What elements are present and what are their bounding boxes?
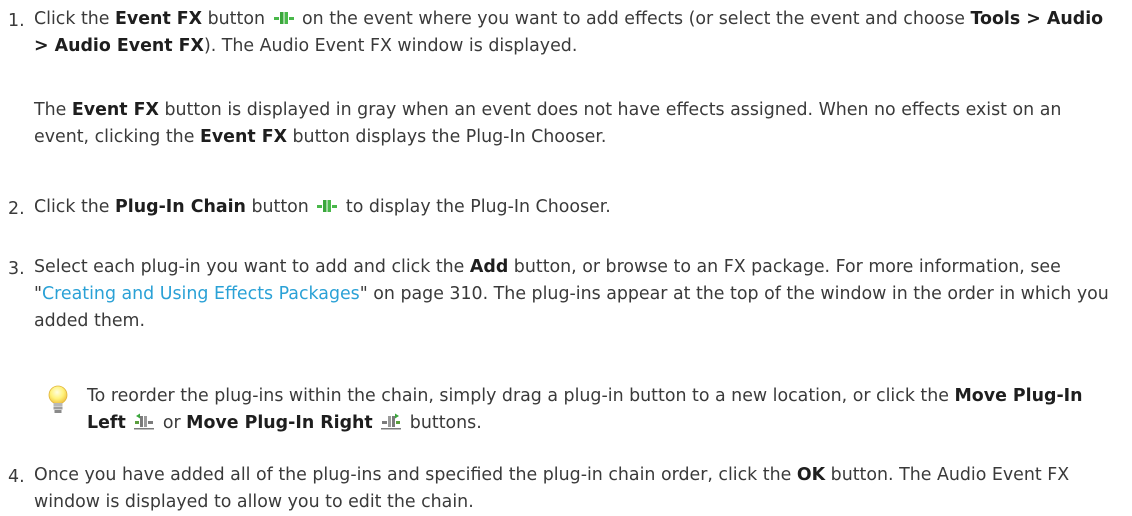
move-plugin-left-icon — [134, 413, 155, 430]
step-4-text: Once you have added all of the plug-ins … — [34, 465, 1070, 512]
step-number: 3. — [8, 259, 25, 279]
step-number: 4. — [8, 467, 25, 487]
lightbulb-icon — [48, 385, 68, 413]
plug-in-chain-icon — [317, 200, 338, 212]
step-number: 1. — [8, 11, 25, 31]
tip-text: To reorder the plug-ins within the chain… — [87, 386, 1083, 433]
step-1-text: Click the Event FX button on the event w… — [34, 9, 1104, 56]
step-number: 2. — [8, 199, 25, 219]
add-label: Add — [469, 257, 509, 277]
step-3-text: Select each plug-in you want to add and … — [34, 257, 1109, 331]
move-plugin-right-icon — [381, 413, 402, 430]
step-2-text: Click the Plug-In Chain button to displa… — [34, 197, 611, 217]
move-right-label: Move Plug-In Right — [186, 413, 373, 433]
ok-label: OK — [796, 465, 826, 485]
plug-in-chain-label: Plug-In Chain — [115, 197, 246, 217]
step-1-note: The Event FX button is displayed in gray… — [34, 100, 1062, 147]
event-fx-label: Event FX — [115, 9, 203, 29]
effects-packages-link[interactable]: Creating and Using Effects Packages — [42, 284, 360, 304]
event-fx-icon — [273, 12, 294, 24]
